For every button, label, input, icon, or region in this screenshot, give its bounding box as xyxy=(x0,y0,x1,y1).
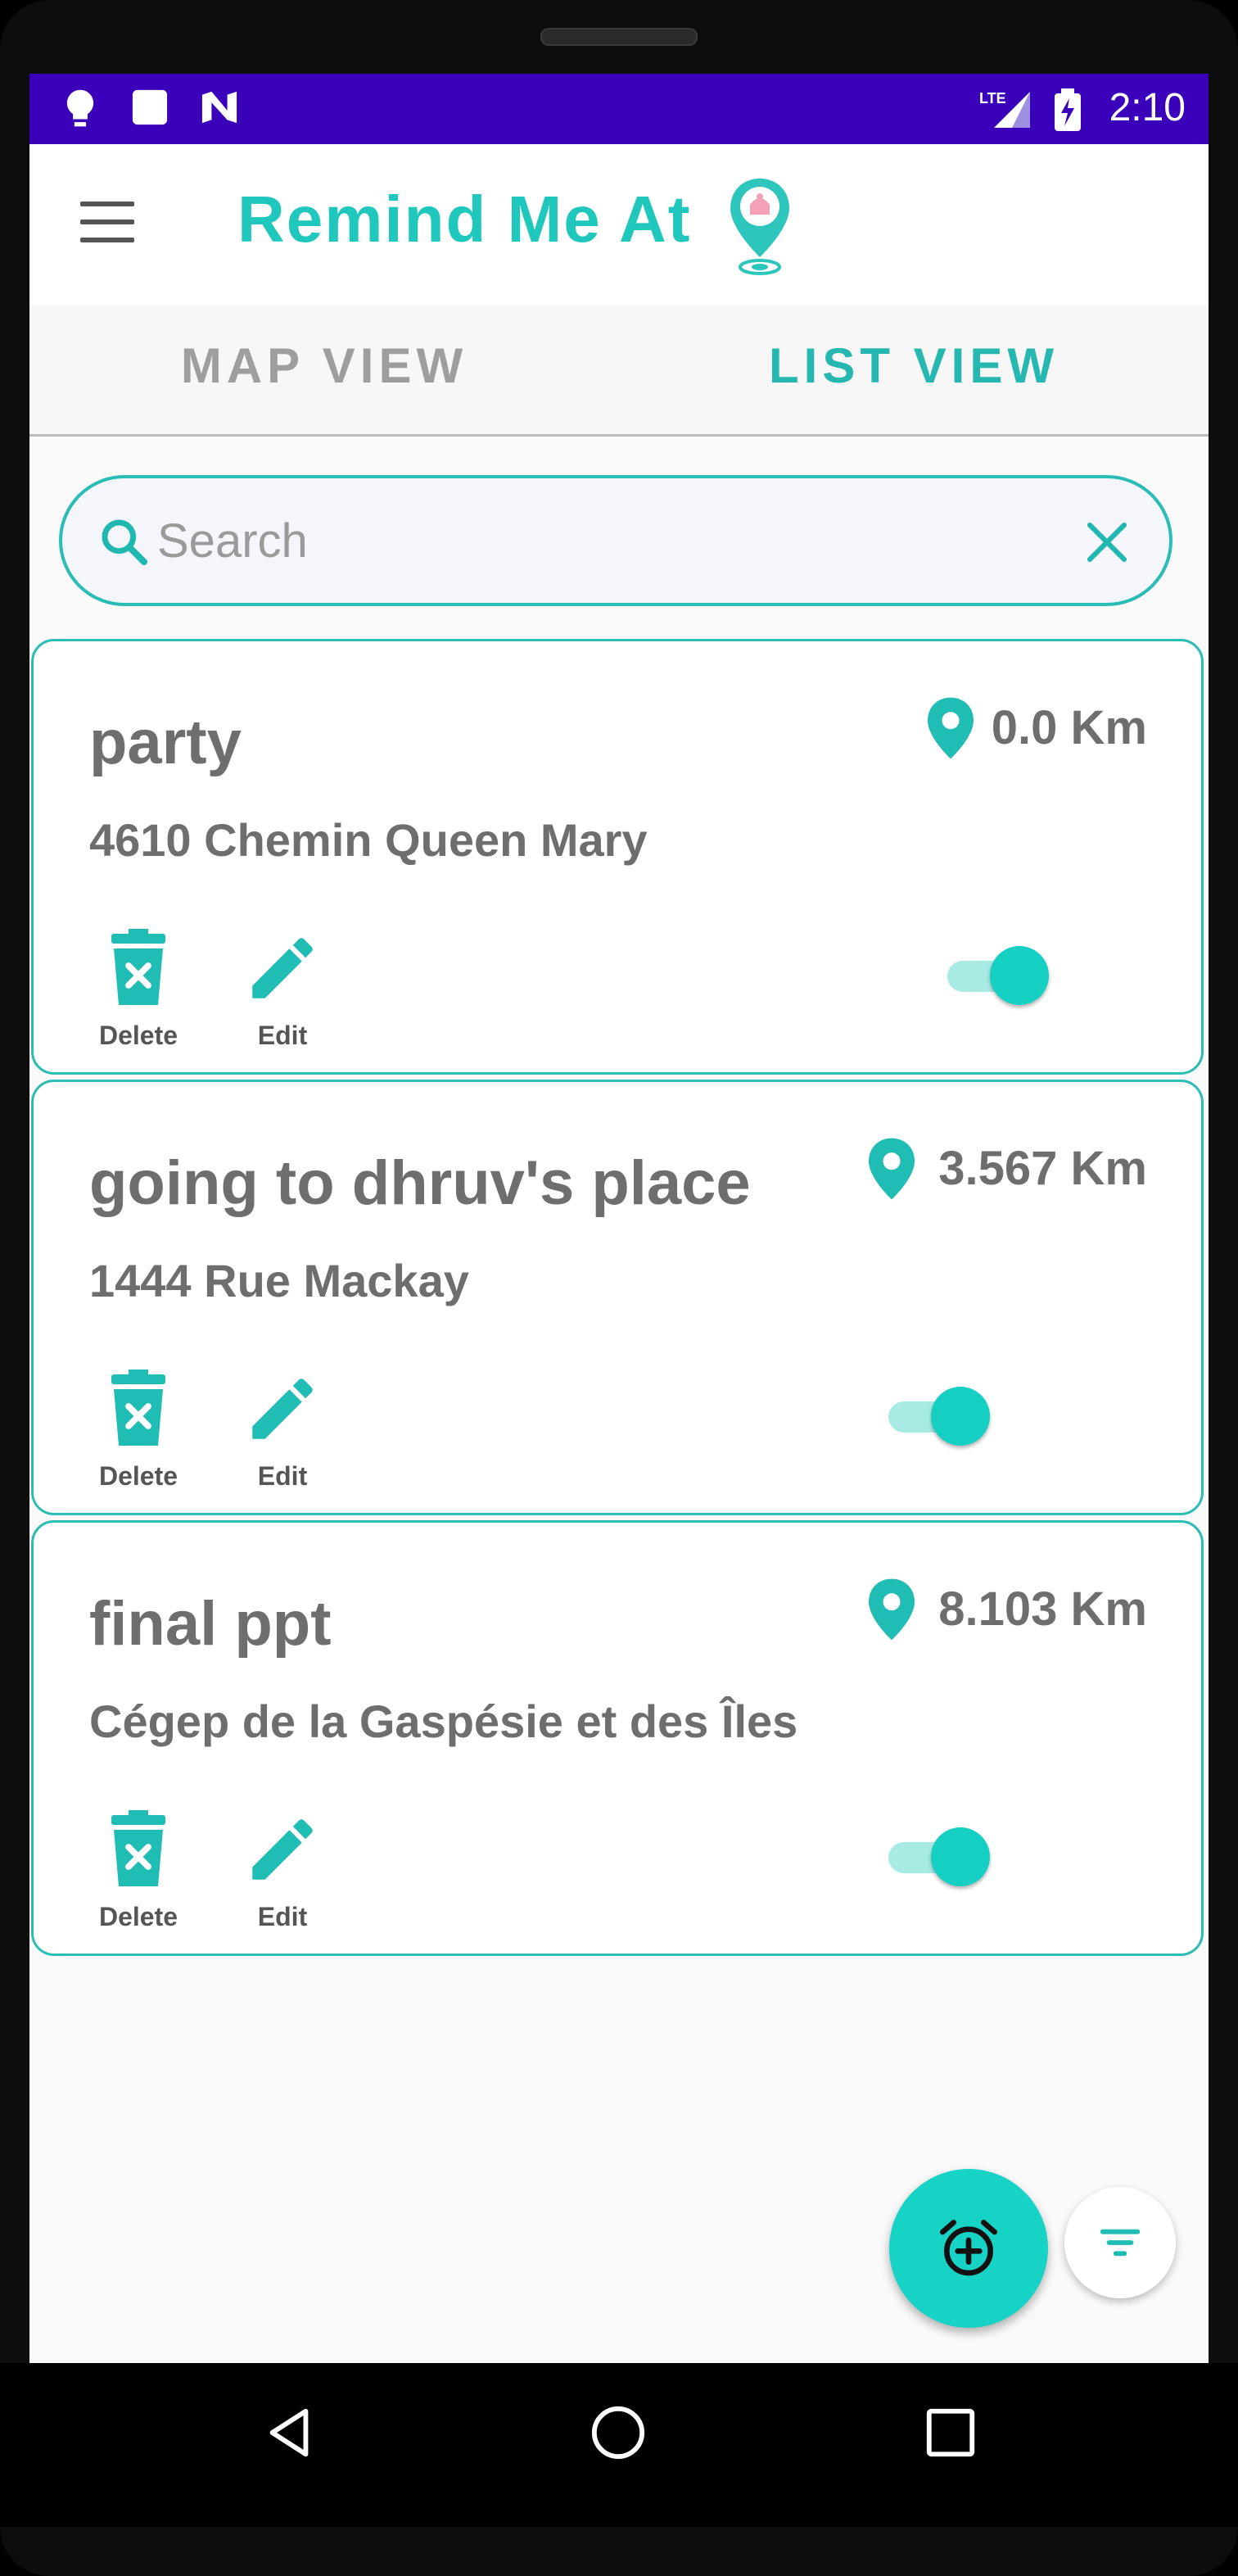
clear-icon[interactable] xyxy=(1084,519,1130,565)
n-logo-icon xyxy=(201,91,237,124)
back-icon[interactable] xyxy=(260,2404,318,2461)
hamburger-icon[interactable] xyxy=(80,201,134,242)
reminder-distance: 8.103 Km xyxy=(938,1582,1147,1636)
edit-pencil-icon xyxy=(252,1379,313,1439)
edit-label: Edit xyxy=(257,1021,308,1050)
filter-icon xyxy=(1100,2229,1141,2257)
delete-label: Delete xyxy=(98,1461,178,1491)
edit-label: Edit xyxy=(257,1461,308,1491)
app-screen: LTE 2:10 Remind Me At MAP VIEW LIST VIEW… xyxy=(29,74,1209,2363)
add-reminder-button[interactable] xyxy=(889,2169,1048,2328)
location-pin-icon xyxy=(869,1578,915,1641)
reminder-card[interactable]: final ppt Cégep de la Gaspésie et des Îl… xyxy=(31,1520,1204,1956)
battery-charging-icon xyxy=(1055,88,1081,131)
delete-button[interactable]: Delete xyxy=(81,1369,196,1492)
app-bar: Remind Me At xyxy=(29,144,1209,305)
system-nav-bar xyxy=(0,2363,1238,2527)
toggle-thumb xyxy=(931,1387,990,1446)
square-icon xyxy=(132,89,168,125)
home-icon[interactable] xyxy=(590,2404,647,2461)
recents-icon[interactable] xyxy=(922,2404,979,2461)
edit-button[interactable]: Edit xyxy=(225,1809,340,1932)
delete-icon xyxy=(111,1810,165,1886)
phone-speaker xyxy=(540,28,698,46)
delete-icon xyxy=(111,1369,165,1446)
tab-map-view[interactable]: MAP VIEW xyxy=(29,337,619,394)
add-alarm-icon xyxy=(940,2220,997,2276)
location-pin-icon xyxy=(869,1138,915,1200)
toggle-thumb xyxy=(931,1827,990,1886)
location-pin-icon xyxy=(928,697,974,759)
phone-frame: LTE 2:10 Remind Me At MAP VIEW LIST VIEW… xyxy=(0,0,1238,2576)
status-bar: LTE 2:10 xyxy=(29,74,1209,144)
edit-button[interactable]: Edit xyxy=(225,928,340,1051)
delete-icon xyxy=(111,929,165,1005)
tab-list-view[interactable]: LIST VIEW xyxy=(619,337,1209,394)
reminder-address: Cégep de la Gaspésie et des Îles xyxy=(89,1695,798,1747)
reminder-address: 1444 Rue Mackay xyxy=(89,1255,469,1306)
delete-label: Delete xyxy=(98,1021,178,1050)
location-pin-logo xyxy=(730,179,789,275)
toggle-thumb xyxy=(990,946,1049,1005)
reminder-title: party xyxy=(89,708,242,777)
lte-label: LTE xyxy=(979,90,1006,106)
view-tabs: MAP VIEW LIST VIEW xyxy=(29,305,1209,437)
search-icon xyxy=(102,519,147,565)
edit-label: Edit xyxy=(257,1902,308,1931)
reminder-toggle[interactable] xyxy=(947,946,1049,1005)
reminder-distance: 0.0 Km xyxy=(991,701,1147,754)
delete-label: Delete xyxy=(98,1902,178,1931)
search-input[interactable] xyxy=(157,508,1017,573)
reminder-toggle[interactable] xyxy=(888,1387,990,1446)
edit-button[interactable]: Edit xyxy=(225,1369,340,1492)
app-title: Remind Me At xyxy=(237,183,692,256)
status-time: 2:10 xyxy=(1109,86,1186,129)
reminder-title: final ppt xyxy=(89,1589,332,1659)
reminder-card[interactable]: going to dhruv's place 1444 Rue Mackay 3… xyxy=(31,1080,1204,1515)
delete-button[interactable]: Delete xyxy=(81,1809,196,1932)
search-bar xyxy=(59,475,1172,606)
bulb-icon xyxy=(66,89,94,127)
edit-pencil-icon xyxy=(252,938,313,998)
reminder-toggle[interactable] xyxy=(888,1827,990,1886)
reminder-distance: 3.567 Km xyxy=(938,1142,1147,1195)
filter-button[interactable] xyxy=(1064,2187,1176,2298)
reminder-address: 4610 Chemin Queen Mary xyxy=(89,814,648,866)
lte-signal-icon: LTE xyxy=(979,90,1030,128)
delete-button[interactable]: Delete xyxy=(81,928,196,1051)
edit-pencil-icon xyxy=(252,1819,313,1880)
reminder-title: going to dhruv's place xyxy=(89,1148,751,1218)
reminder-card[interactable]: party 4610 Chemin Queen Mary 0.0 Km Dele… xyxy=(31,639,1204,1075)
